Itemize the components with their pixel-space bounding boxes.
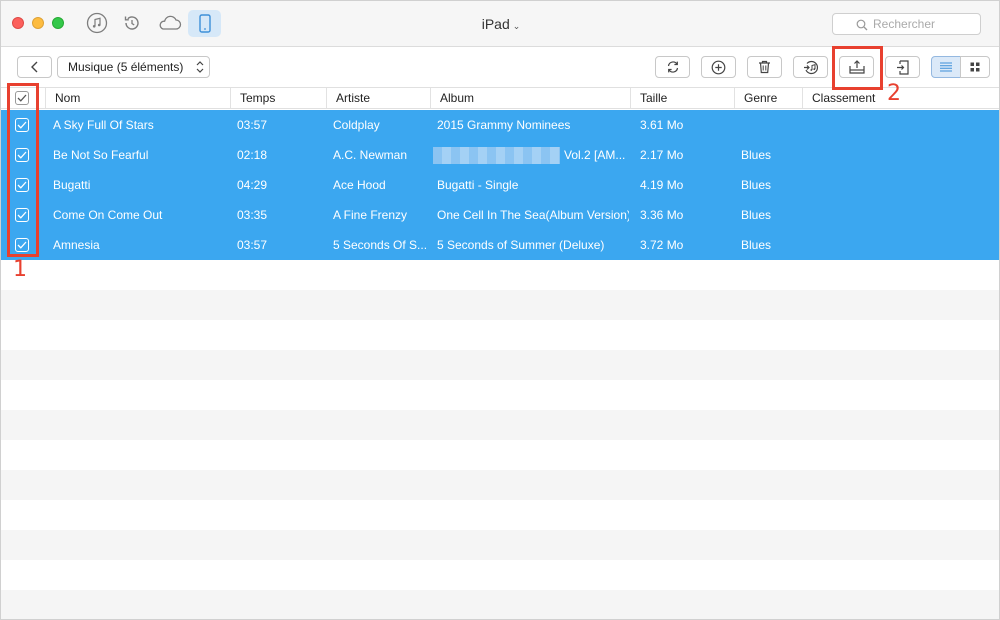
table-row[interactable]: A Sky Full Of Stars 03:57 Coldplay 2015 …	[1, 110, 999, 140]
cell-temps: 03:35	[237, 208, 268, 222]
minimize-window-button[interactable]	[32, 17, 44, 29]
cell-nom: A Sky Full Of Stars	[53, 118, 154, 132]
cloud-icon[interactable]	[155, 11, 183, 35]
search-icon	[856, 19, 868, 31]
cell-temps: 04:29	[237, 178, 268, 192]
refresh-button[interactable]	[655, 56, 690, 78]
column-header-nom[interactable]: Nom	[45, 88, 230, 108]
empty-row	[1, 380, 999, 410]
cell-genre: Blues	[741, 238, 772, 252]
zoom-window-button[interactable]	[52, 17, 64, 29]
cell-temps: 02:18	[237, 148, 268, 162]
cell-nom: Come On Come Out	[53, 208, 163, 222]
cell-nom: Be Not So Fearful	[53, 148, 149, 162]
add-button[interactable]	[701, 56, 736, 78]
empty-row	[1, 260, 999, 290]
send-to-itunes-button[interactable]	[793, 56, 828, 78]
empty-row	[1, 410, 999, 440]
column-header-taille[interactable]: Taille	[630, 88, 734, 108]
column-header-genre[interactable]: Genre	[734, 88, 802, 108]
annotation-box-export-button	[832, 46, 883, 90]
cell-album: Vol.2 [AM...	[564, 148, 626, 162]
cell-nom: Amnesia	[53, 238, 100, 252]
list-view-icon	[940, 62, 952, 72]
empty-row	[1, 590, 999, 619]
history-icon[interactable]	[120, 11, 144, 35]
table-row[interactable]: Come On Come Out 03:35 A Fine Frenzy One…	[1, 200, 999, 230]
cell-genre: Blues	[741, 148, 772, 162]
table-row[interactable]: Amnesia 03:57 5 Seconds Of S... 5 Second…	[1, 230, 999, 260]
cell-taille: 2.17 Mo	[640, 148, 684, 162]
empty-row	[1, 530, 999, 560]
cell-album: One Cell In The Sea(Album Version)	[437, 208, 629, 222]
refresh-icon	[667, 61, 678, 73]
import-to-device-button[interactable]	[885, 56, 920, 78]
column-header-classement[interactable]: Classement	[802, 88, 999, 108]
cell-genre: Blues	[741, 208, 772, 222]
column-header-album[interactable]: Album	[430, 88, 630, 108]
cell-album: 5 Seconds of Summer (Deluxe)	[437, 238, 605, 252]
back-chevron-icon	[30, 61, 37, 73]
table-header: Nom Temps Artiste Album Taille Genre Cla…	[1, 87, 999, 109]
grid-view-button[interactable]	[960, 56, 990, 78]
empty-row	[1, 350, 999, 380]
cell-nom: Bugatti	[53, 178, 91, 192]
cell-temps: 03:57	[237, 238, 268, 252]
device-title-text: iPad	[481, 16, 510, 32]
cell-artiste: Coldplay	[333, 118, 380, 132]
device-title[interactable]: iPad ⌄	[441, 16, 561, 32]
add-icon	[711, 60, 726, 74]
column-header-artiste[interactable]: Artiste	[326, 88, 430, 108]
empty-row	[1, 500, 999, 530]
empty-row	[1, 470, 999, 500]
category-select[interactable]: Musique (5 éléments)	[57, 56, 210, 78]
app-window: iPad ⌄ Rechercher Musique (5 éléments) N…	[0, 0, 1000, 620]
cell-album: 2015 Grammy Nominees	[437, 118, 571, 132]
cell-artiste: A.C. Newman	[333, 148, 408, 162]
cell-artiste: 5 Seconds Of S...	[333, 238, 428, 252]
cell-taille: 3.72 Mo	[640, 238, 684, 252]
ipad-icon	[198, 14, 211, 33]
chevron-down-icon: ⌄	[512, 21, 521, 31]
search-placeholder: Rechercher	[873, 17, 936, 31]
cell-genre	[741, 110, 801, 140]
close-window-button[interactable]	[12, 17, 24, 29]
grid-view-icon	[970, 62, 980, 72]
title-bar: iPad ⌄ Rechercher	[1, 1, 999, 47]
list-view-button[interactable]	[931, 56, 961, 78]
annotation-box-checkboxes	[7, 83, 39, 257]
empty-row	[1, 560, 999, 590]
cell-album: Bugatti - Single	[437, 178, 519, 192]
delete-button[interactable]	[747, 56, 782, 78]
music-to-itunes-icon	[803, 60, 818, 74]
cell-taille: 4.19 Mo	[640, 178, 684, 192]
music-note-icon[interactable]	[85, 11, 109, 35]
cell-artiste: Ace Hood	[333, 178, 386, 192]
table-row[interactable]: Be Not So Fearful 02:18 A.C. Newman Vol.…	[1, 140, 999, 170]
empty-row	[1, 290, 999, 320]
search-field[interactable]: Rechercher	[832, 13, 981, 35]
trash-icon	[759, 60, 770, 74]
cell-taille: 3.61 Mo	[640, 118, 684, 132]
cell-taille: 3.36 Mo	[640, 208, 684, 222]
empty-row	[1, 320, 999, 350]
import-to-device-icon	[897, 59, 909, 75]
ipad-device-tab[interactable]	[188, 10, 221, 37]
redacted-album-text	[433, 147, 560, 164]
cell-artiste: A Fine Frenzy	[333, 208, 408, 222]
cell-temps: 03:57	[237, 118, 268, 132]
updown-chevron-icon	[196, 61, 204, 73]
table-row[interactable]: Bugatti 04:29 Ace Hood Bugatti - Single …	[1, 170, 999, 200]
category-select-label: Musique (5 éléments)	[68, 60, 184, 74]
annotation-marker-1: 1	[13, 257, 27, 282]
back-button[interactable]	[17, 56, 52, 78]
column-header-temps[interactable]: Temps	[230, 88, 326, 108]
empty-row	[1, 440, 999, 470]
cell-genre: Blues	[741, 178, 772, 192]
annotation-marker-2: 2	[887, 81, 901, 106]
